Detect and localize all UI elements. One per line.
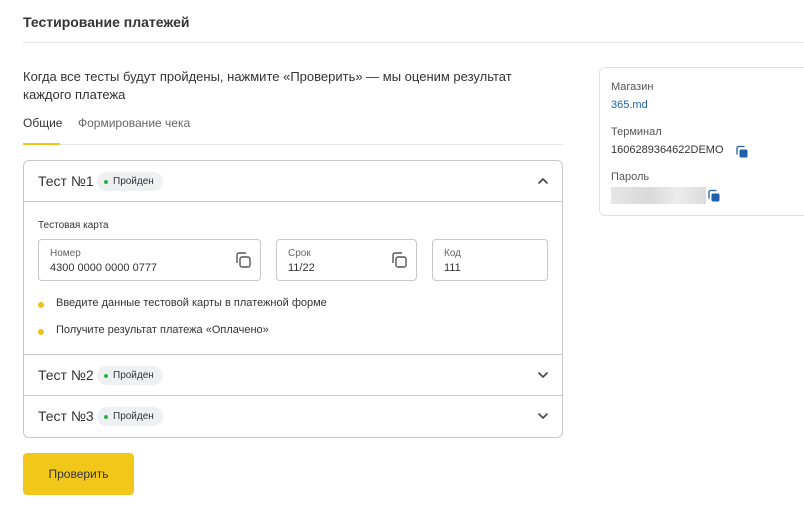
password-masked-value <box>611 187 706 204</box>
chevron-down-icon[interactable] <box>536 368 550 382</box>
status-badge-label: Пройден <box>113 411 154 422</box>
status-badge: Пройден <box>97 172 163 191</box>
tabs: Общие Формирование чека <box>23 116 563 145</box>
card-number-value: 4300 0000 0000 0777 <box>50 262 158 274</box>
status-dot-icon <box>104 180 108 184</box>
step-text: Введите данные тестовой карты в платежно… <box>56 297 327 309</box>
tab-general[interactable]: Общие <box>23 116 62 130</box>
test-3-name: Тест №3 <box>38 408 94 424</box>
terminal-label: Терминал <box>611 126 662 138</box>
terminal-value: 1606289364622DEMO <box>611 144 724 156</box>
card-number-label: Номер <box>50 248 81 259</box>
card-expiry-label: Срок <box>288 248 311 259</box>
card-code-field: Код 111 <box>432 239 548 281</box>
page-description: Когда все тесты будут пройдены, нажмите … <box>23 69 512 102</box>
test-1-body: Тестовая карта Номер 4300 0000 0000 0777… <box>24 202 562 355</box>
copy-icon[interactable] <box>707 189 721 203</box>
card-expiry-value: 11/22 <box>288 262 315 274</box>
status-dot-icon <box>104 415 108 419</box>
tests-accordion: Тест №1 Пройден Тестовая карта Номер 430… <box>23 160 563 438</box>
test-1-name: Тест №1 <box>38 173 94 189</box>
copy-icon[interactable] <box>735 145 749 159</box>
chevron-up-icon[interactable] <box>536 174 550 188</box>
test-2-name: Тест №2 <box>38 367 94 383</box>
status-dot-icon <box>104 374 108 378</box>
bullet-icon <box>38 302 44 308</box>
bullet-icon <box>38 329 44 335</box>
password-label: Пароль <box>611 171 650 183</box>
card-number-field: Номер 4300 0000 0000 0777 <box>38 239 261 281</box>
status-badge-label: Пройден <box>113 370 154 381</box>
tab-receipt[interactable]: Формирование чека <box>78 116 190 130</box>
page-title: Тестирование платежей <box>23 14 190 30</box>
check-button[interactable]: Проверить <box>23 453 134 495</box>
chevron-down-icon[interactable] <box>536 409 550 423</box>
copy-icon[interactable] <box>234 251 252 269</box>
test-1-header[interactable]: Тест №1 Пройден <box>24 161 562 202</box>
title-divider <box>23 42 804 43</box>
status-badge-label: Пройден <box>113 176 154 187</box>
card-code-label: Код <box>444 248 462 259</box>
active-tab-underline <box>23 143 60 145</box>
copy-icon[interactable] <box>390 251 408 269</box>
shop-link[interactable]: 365.md <box>611 99 648 111</box>
status-badge: Пройден <box>97 407 163 426</box>
card-expiry-field: Срок 11/22 <box>276 239 417 281</box>
info-panel: Магазин 365.md Терминал 1606289364622DEM… <box>599 67 804 216</box>
status-badge: Пройден <box>97 366 163 385</box>
test-3-header[interactable]: Тест №3 Пройден <box>24 396 562 437</box>
card-code-value: 111 <box>444 262 461 274</box>
step-text: Получите результат платежа «Оплачено» <box>56 324 269 336</box>
test-card-label: Тестовая карта <box>38 220 109 231</box>
shop-label: Магазин <box>611 81 654 93</box>
test-2-header[interactable]: Тест №2 Пройден <box>24 355 562 396</box>
